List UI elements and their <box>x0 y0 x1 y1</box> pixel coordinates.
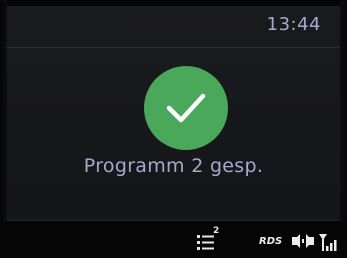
confirmation-message: Programm 2 gesp. <box>83 155 264 177</box>
rds-indicator: RDS <box>259 236 283 247</box>
header-divider <box>7 47 340 48</box>
stereo-icon <box>292 234 314 248</box>
signal-strength-icon <box>319 234 337 251</box>
checkmark-icon <box>166 93 206 123</box>
list-badge: 2 <box>213 226 220 236</box>
display-bezel-right <box>340 0 347 258</box>
display-bezel-left <box>0 0 7 258</box>
radio-display: 13:44 Programm 2 gesp. 2 RDS <box>0 0 347 258</box>
clock: 13:44 <box>266 14 321 35</box>
success-badge <box>144 66 228 150</box>
